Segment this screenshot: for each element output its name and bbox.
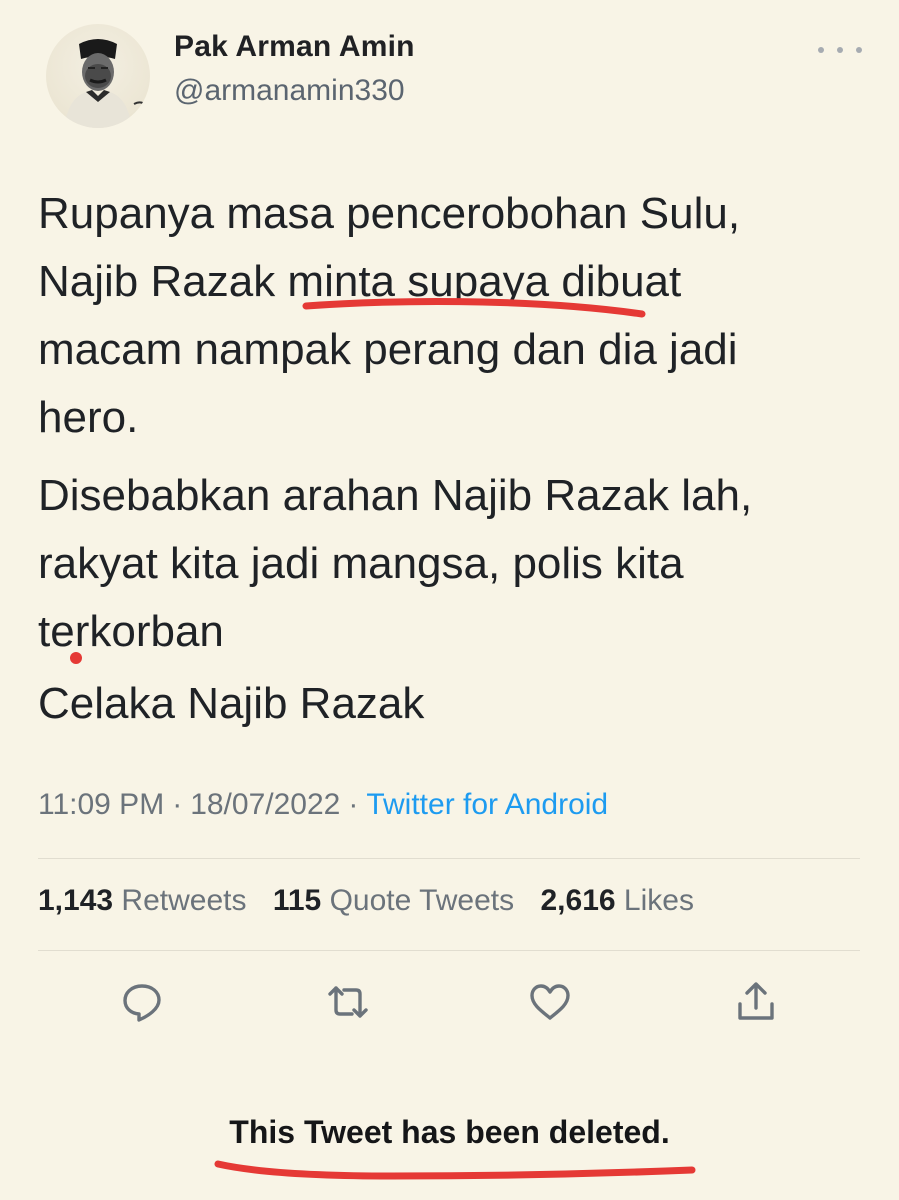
reply-button[interactable] <box>118 978 166 1026</box>
tweet-paragraph-3: Celaka Najib Razak <box>38 679 425 728</box>
avatar[interactable] <box>46 24 150 128</box>
retweet-button[interactable] <box>324 978 372 1026</box>
tweet-paragraph-1: Rupanya masa pencerobohan Sulu, Najib Ra… <box>38 180 868 452</box>
more-options-button[interactable] <box>818 38 862 62</box>
tweet-paragraph-2: Disebabkan arahan Najib Razak lah, rakya… <box>38 462 868 666</box>
red-dot-annotation <box>70 652 82 664</box>
tweet-time[interactable]: 11:09 PM <box>38 788 164 821</box>
reply-icon <box>123 984 161 1022</box>
more-dot <box>856 47 862 53</box>
tweet-line: Rupanya masa pencerobohan Sulu, <box>38 189 741 238</box>
retweet-icon <box>328 986 368 1018</box>
retweets-stat[interactable]: 1,143 Retweets <box>38 884 246 917</box>
meta-separator: · <box>172 788 183 821</box>
deleted-notice: This Tweet has been deleted. <box>229 1114 670 1150</box>
more-dot <box>837 47 843 53</box>
quote-tweets-stat[interactable]: 115 Quote Tweets <box>273 884 514 917</box>
tweet-line: macam nampak perang dan dia jadi <box>38 325 738 374</box>
quotes-count: 115 <box>272 884 322 917</box>
share-icon <box>738 982 774 1020</box>
tweet-line: Disebabkan arahan Najib Razak lah, <box>38 471 753 520</box>
profile-photo-icon <box>64 39 147 128</box>
red-underline-annotation <box>214 1160 696 1180</box>
display-name[interactable]: Pak Arman Amin <box>174 30 415 64</box>
tweet-metadata: 11:09 PM · 18/07/2022 · Twitter for Android <box>38 788 608 822</box>
like-icon <box>530 984 570 1020</box>
tweet-line: rakyat kita jadi mangsa, polis kita <box>38 539 684 588</box>
more-horizontal-icon <box>818 47 824 53</box>
likes-count: 2,616 <box>540 884 616 917</box>
tweet-date[interactable]: 18/07/2022 <box>190 788 340 821</box>
divider <box>38 858 860 859</box>
share-button[interactable] <box>732 978 780 1026</box>
meta-separator: · <box>348 788 359 821</box>
like-button[interactable] <box>526 978 574 1026</box>
tweet-line: Najib Razak minta supaya dibuat <box>38 257 682 306</box>
tweet-source-link[interactable]: Twitter for Android <box>366 788 608 821</box>
quotes-label: Quote Tweets <box>329 884 515 917</box>
likes-stat[interactable]: 2,616 Likes <box>540 884 693 917</box>
engagement-stats: 1,143 Retweets 115 Quote Tweets 2,616 Li… <box>38 884 712 918</box>
tweet-line: terkorban <box>38 607 224 656</box>
user-handle[interactable]: @armanamin330 <box>174 74 405 108</box>
retweets-label: Retweets <box>121 884 247 917</box>
retweets-count: 1,143 <box>38 884 114 917</box>
divider <box>38 950 860 951</box>
likes-label: Likes <box>623 884 694 917</box>
tweet-line: hero. <box>38 393 139 442</box>
tweet-card: Pak Arman Amin @armanamin330 Rupanya mas… <box>0 0 899 1200</box>
